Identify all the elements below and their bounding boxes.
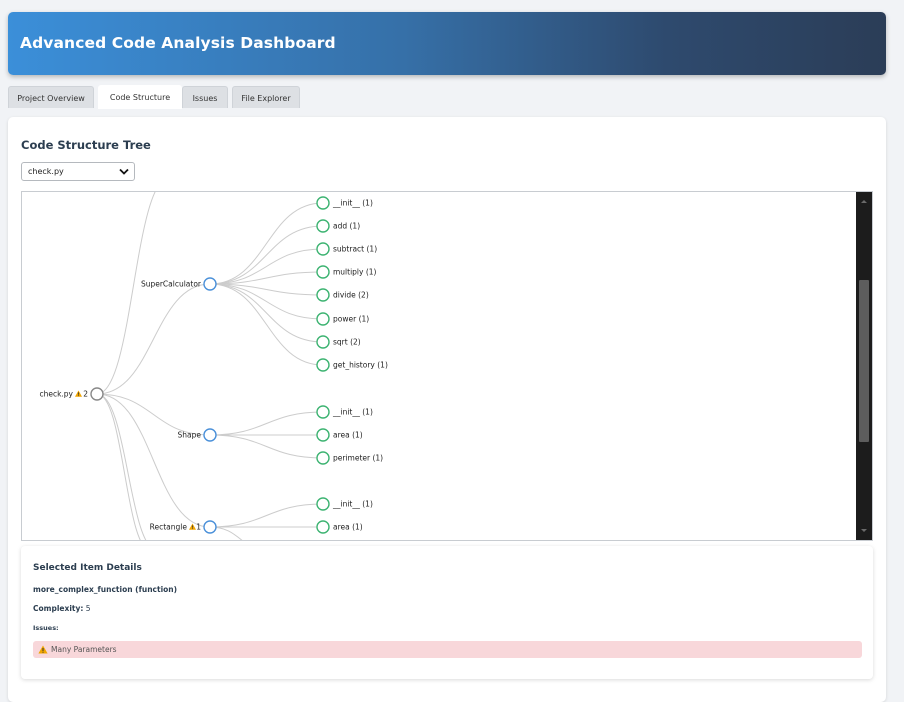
method-node[interactable]: __init__ (1): [316, 405, 373, 419]
warning-icon: [75, 390, 82, 397]
file-select[interactable]: check.py: [21, 162, 135, 181]
tree-link: [209, 202, 324, 285]
root-node[interactable]: 2 check.py: [39, 387, 104, 401]
tree-link: [209, 411, 324, 436]
method-label: area (1): [333, 523, 363, 532]
scroll-down-icon[interactable]: [856, 526, 872, 536]
method-node[interactable]: perimeter (1): [316, 451, 383, 465]
tab-file-explorer[interactable]: File Explorer: [232, 86, 300, 108]
class-node[interactable]: SuperCalculator: [141, 277, 217, 291]
tree-link: [96, 393, 147, 540]
warning-icon: [38, 645, 48, 654]
header: Advanced Code Analysis Dashboard: [8, 12, 886, 75]
method-node[interactable]: __init__ (1): [316, 196, 373, 210]
complexity-label: Complexity:: [33, 604, 84, 613]
method-label: divide (2): [333, 291, 369, 300]
method-node[interactable]: sqrt (2): [316, 335, 361, 349]
method-node[interactable]: multiply (1): [316, 265, 377, 279]
tree-link: [96, 192, 156, 395]
page-title: Advanced Code Analysis Dashboard: [20, 34, 336, 52]
method-label: multiply (1): [333, 268, 377, 277]
code-structure-panel: Code Structure Tree check.py __init__ (1…: [8, 117, 886, 702]
class-issue-count: 1: [196, 523, 201, 532]
root-issue-count: 2: [83, 390, 88, 399]
tree-link: [209, 283, 324, 366]
tree-link: [209, 526, 243, 540]
method-label: get_history (1): [333, 361, 388, 370]
root-label: check.py: [39, 390, 73, 399]
complexity-row: Complexity: 5: [33, 604, 91, 613]
class-node[interactable]: 1 Rectangle: [150, 520, 217, 534]
selected-item-details: Selected Item Details more_complex_funct…: [21, 546, 873, 679]
details-title: Selected Item Details: [33, 563, 142, 573]
chevron-down-icon: [119, 168, 129, 175]
warning-icon: [189, 523, 196, 530]
tree-link: [209, 283, 324, 343]
panel-title: Code Structure Tree: [21, 138, 151, 152]
method-label: add (1): [333, 222, 360, 231]
tree-scrollbar[interactable]: [856, 192, 872, 540]
issue-text: Many Parameters: [51, 645, 117, 654]
tree-link: [209, 434, 324, 459]
method-node[interactable]: add (1): [316, 219, 360, 233]
method-node[interactable]: area (1): [316, 520, 363, 534]
class-label: Rectangle: [150, 523, 188, 532]
class-node[interactable]: Shape: [178, 428, 217, 442]
method-label: __init__ (1): [332, 408, 373, 417]
structure-tree: __init__ (1) add (1) subtract (1) multiply …: [39, 192, 388, 540]
tab-code-structure[interactable]: Code Structure: [98, 85, 182, 109]
method-node[interactable]: divide (2): [316, 288, 369, 302]
scroll-thumb[interactable]: [859, 280, 869, 442]
tree-link: [96, 393, 141, 540]
tree-link: [96, 283, 211, 395]
method-label: perimeter (1): [333, 454, 383, 463]
method-node[interactable]: area (1): [316, 428, 363, 442]
tree-viewport[interactable]: __init__ (1) add (1) subtract (1) multiply …: [21, 191, 873, 541]
method-node[interactable]: power (1): [316, 312, 369, 326]
issues-label: Issues:: [33, 624, 59, 632]
method-label: area (1): [333, 431, 363, 440]
method-label: sqrt (2): [333, 338, 361, 347]
method-label: power (1): [333, 315, 369, 324]
method-label: subtract (1): [333, 245, 377, 254]
issue-item: Many Parameters: [33, 641, 862, 658]
tree-link: [209, 225, 324, 285]
tree-link: [209, 503, 324, 528]
method-node[interactable]: __init__ (1): [316, 497, 373, 511]
tab-project-overview[interactable]: Project Overview: [8, 86, 94, 108]
method-label: __init__ (1): [332, 199, 373, 208]
method-node[interactable]: get_history (1): [316, 358, 388, 372]
file-select-value: check.py: [28, 167, 64, 176]
selected-item-name: more_complex_function (function): [33, 585, 178, 594]
complexity-value: 5: [85, 604, 91, 613]
tree-link: [209, 248, 324, 285]
tab-issues[interactable]: Issues: [182, 86, 228, 108]
class-label: SuperCalculator: [141, 280, 202, 289]
method-label: __init__ (1): [332, 500, 373, 509]
class-label: Shape: [178, 431, 202, 440]
method-node[interactable]: subtract (1): [316, 242, 377, 256]
scroll-up-icon[interactable]: [856, 196, 872, 206]
